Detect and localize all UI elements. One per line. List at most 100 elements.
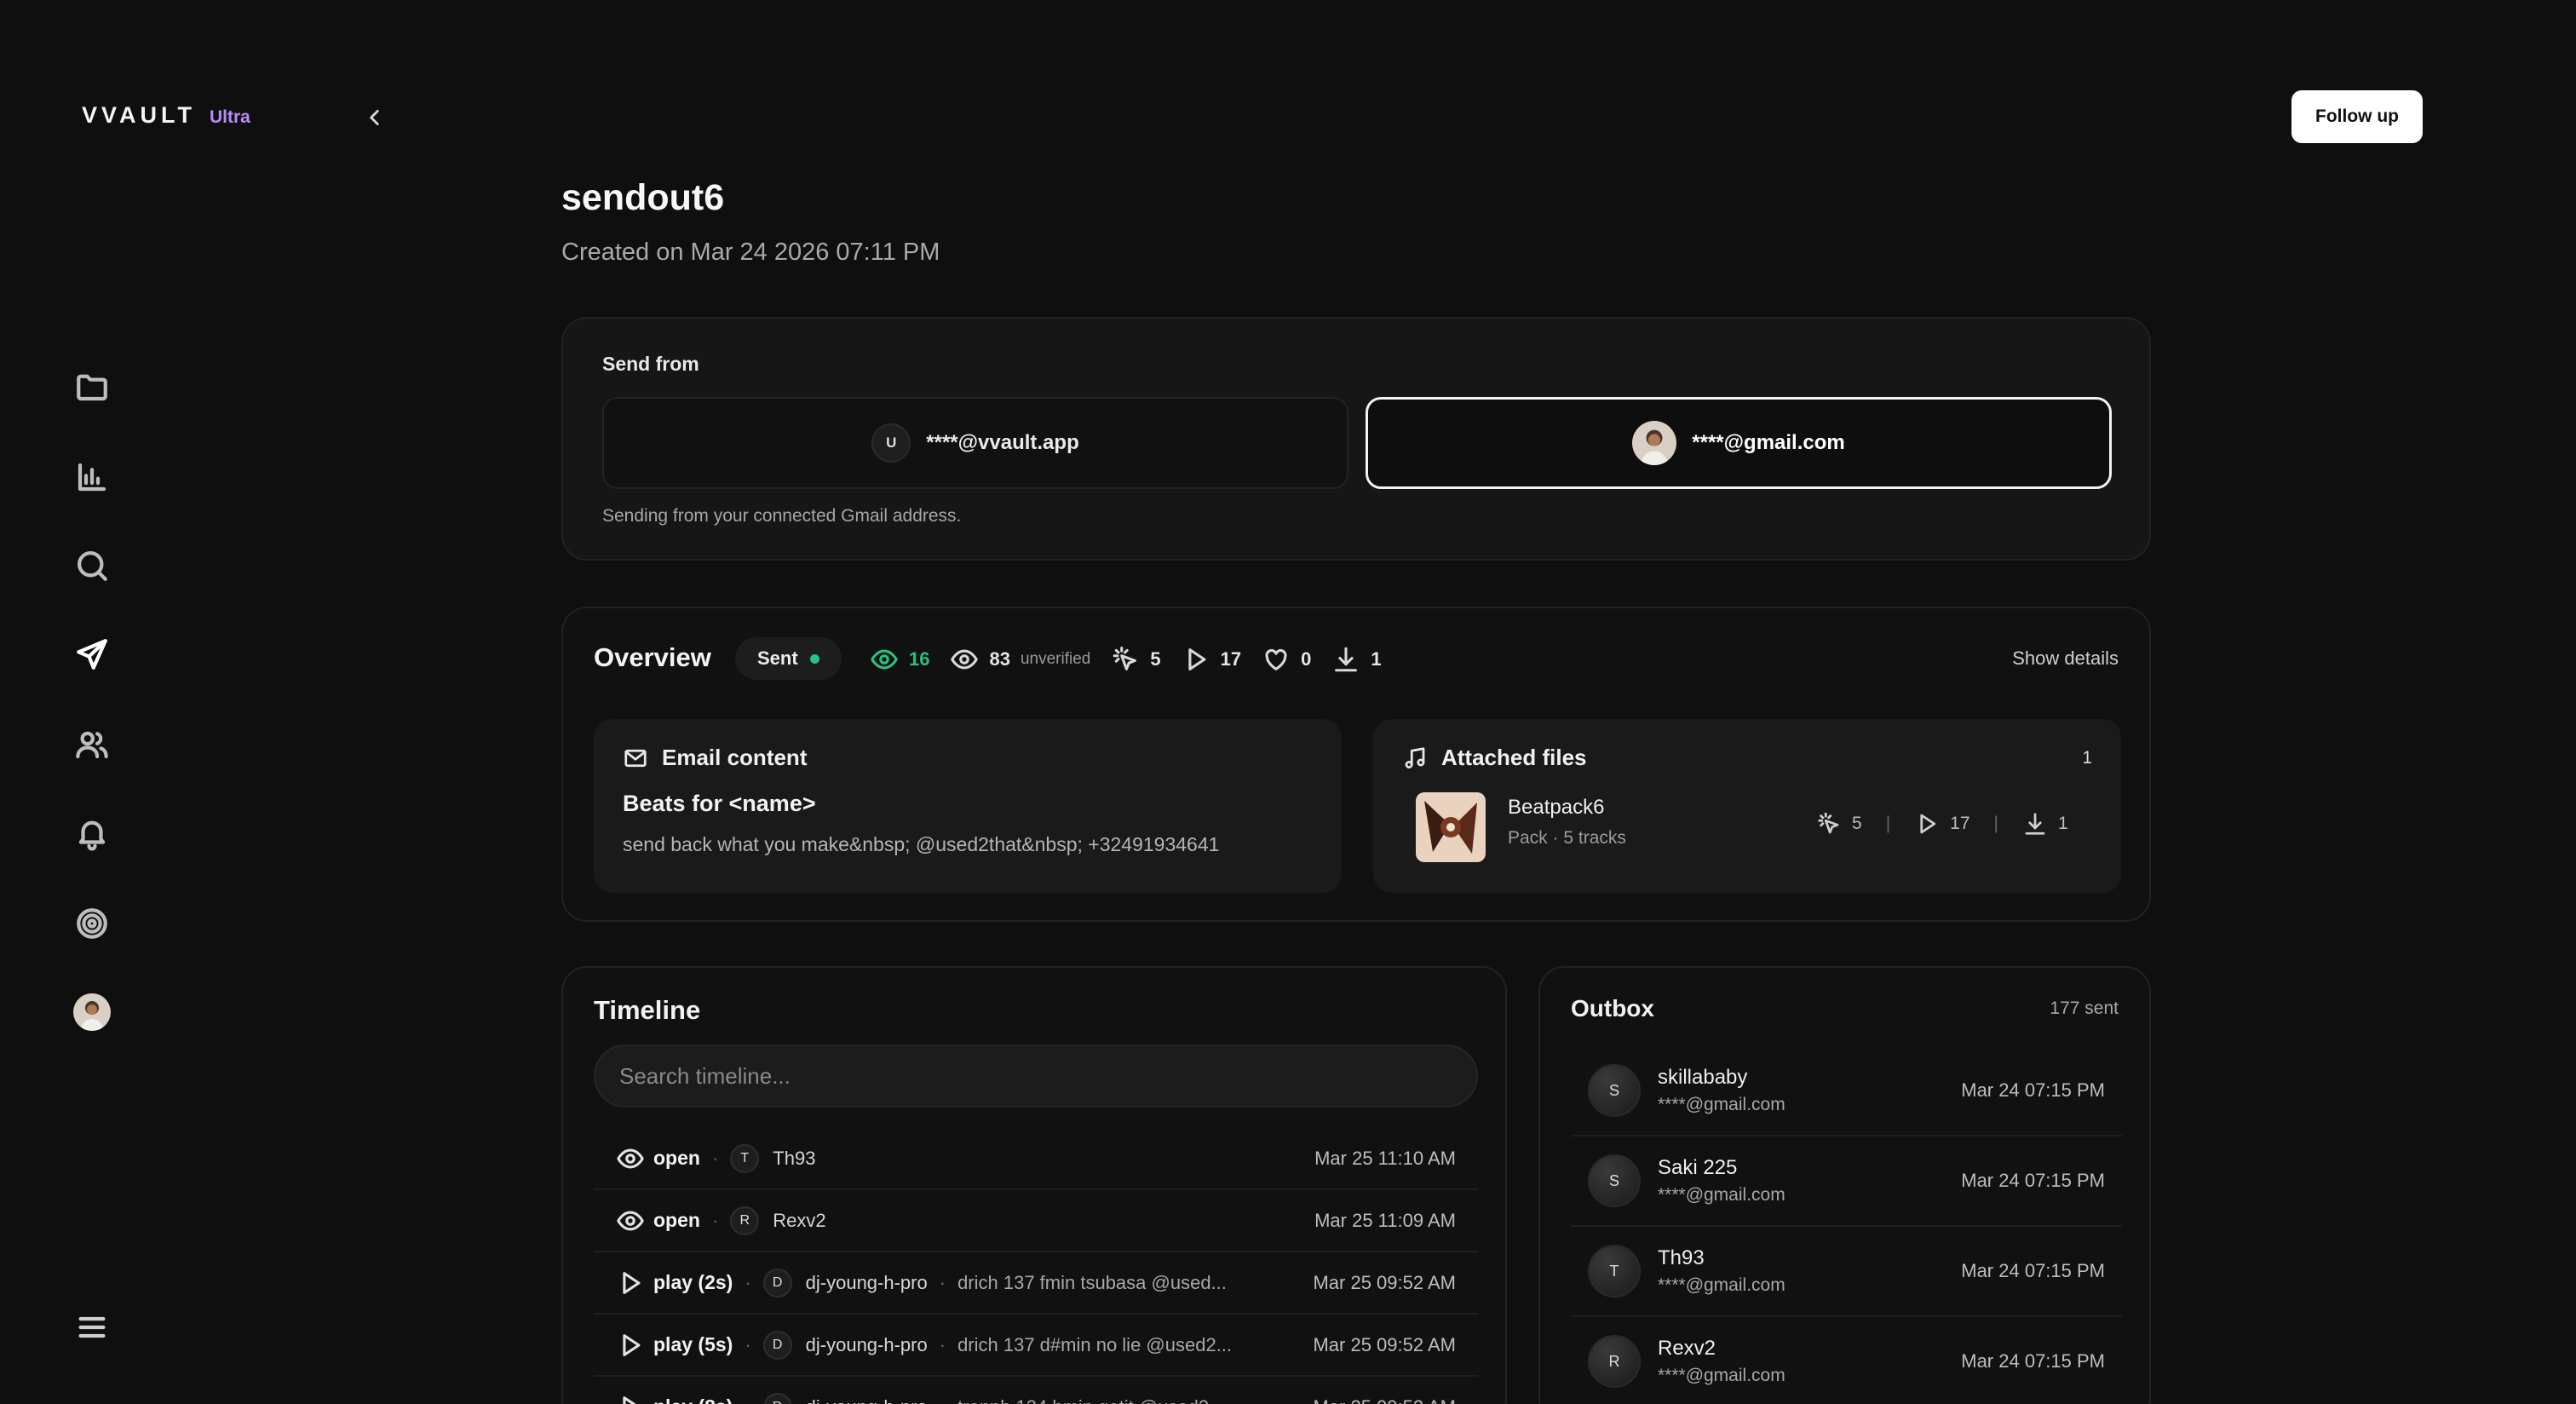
separator-dot: · xyxy=(711,1147,719,1169)
stat-plays: 17 xyxy=(1182,645,1241,674)
avatar-image xyxy=(1632,421,1677,465)
nav-sendouts[interactable] xyxy=(72,634,112,675)
eye-icon xyxy=(951,649,979,670)
nav-targets[interactable] xyxy=(72,903,112,944)
sent-time: Mar 24 07:15 PM xyxy=(1961,1350,2105,1372)
separator-dot: · xyxy=(745,1333,751,1355)
user-avatar[interactable] xyxy=(73,993,111,1031)
play-icon xyxy=(623,1271,641,1294)
outbox-row[interactable]: Sskillababy ****@gmail.com Mar 24 07:15 PM xyxy=(1571,1046,2122,1136)
email-body-preview: send back what you make&nbsp; @used2that… xyxy=(623,833,1220,855)
outbox-row[interactable]: T Th93 ****@gmail.com Mar 24 07:15 PM xyxy=(1571,1227,2122,1317)
mail-icon xyxy=(624,749,647,767)
timeline-time: Mar 25 11:10 AM xyxy=(1314,1147,1456,1169)
plays-count: 17 xyxy=(1220,648,1242,670)
file-stats: 5 | 17 | 1 xyxy=(1816,811,2068,837)
send-from-label: Send from xyxy=(602,353,699,375)
eye-icon xyxy=(871,649,898,670)
folder-icon xyxy=(77,374,107,401)
file-artwork[interactable] xyxy=(1416,792,1486,862)
follow-up-button[interactable]: Follow up xyxy=(2291,90,2423,143)
email-content-header: Email content xyxy=(623,745,807,771)
nav-notifications[interactable] xyxy=(72,813,112,854)
sender-email: ****@vvault.app xyxy=(926,431,1079,454)
downloads-count: 1 xyxy=(1371,648,1382,670)
timeline-user: dj-young-h-pro xyxy=(805,1333,928,1355)
file-name[interactable]: Beatpack6 xyxy=(1508,796,1604,820)
user-avatar: D xyxy=(762,1268,792,1298)
timeline-user: Th93 xyxy=(773,1147,816,1169)
sender-option-vvault[interactable]: U ****@vvault.app xyxy=(602,397,1348,489)
user-avatar: D xyxy=(762,1330,792,1360)
recipient-name: Saki 225 xyxy=(1658,1156,1738,1179)
opens-count: 83 xyxy=(989,648,1010,670)
timeline-search-input[interactable] xyxy=(594,1044,1478,1108)
timeline-track: drich 137 fmin tsubasa @used... xyxy=(957,1271,1227,1293)
outbox-row[interactable]: R Rexv2 ****@gmail.com Mar 24 07:15 PM xyxy=(1571,1317,2122,1404)
download-icon xyxy=(2025,813,2045,835)
sender-avatar xyxy=(1632,421,1677,465)
outbox-list: Sskillababy ****@gmail.com Mar 24 07:15 PM… xyxy=(1571,1046,2122,1404)
brand-name: VVAULT xyxy=(82,102,196,128)
overview-title: Overview xyxy=(594,642,711,672)
stat-verified-opens: 16 xyxy=(870,645,929,674)
likes-count: 0 xyxy=(1301,648,1312,670)
outbox-count: 177 sent xyxy=(2050,998,2119,1018)
send-from-note: Sending from your connected Gmail addres… xyxy=(602,506,962,526)
timeline-row[interactable]: open · R Rexv2 Mar 25 11:09 AM xyxy=(594,1190,1478,1252)
menu-button[interactable] xyxy=(73,1309,111,1346)
outbox-card: Outbox 177 sent Sskillababy ****@gmail.co… xyxy=(1538,966,2151,1404)
stat-likes: 0 xyxy=(1262,645,1311,674)
outbox-row[interactable]: S Saki 225 ****@gmail.com Mar 24 07:15 PM xyxy=(1571,1136,2122,1227)
email-content-card[interactable]: Email content Beats for <name> send back… xyxy=(594,719,1342,893)
stat-opens: 83 unverified xyxy=(950,645,1090,674)
click-icon xyxy=(1113,646,1137,670)
timeline-action: play (2s) xyxy=(653,1271,733,1293)
send-from-card: Send from U ****@vvault.app ****@gmail.c… xyxy=(561,317,2151,561)
timeline-row[interactable]: play (5s) · Ddj-young-h-pro · drich 137 d#mi… xyxy=(594,1315,1478,1377)
nav-contacts[interactable] xyxy=(72,724,112,765)
timeline-action: open xyxy=(653,1209,700,1231)
timeline-time: Mar 25 09:52 AM xyxy=(1313,1333,1456,1355)
music-note-icon xyxy=(1405,746,1425,768)
nav-folder[interactable] xyxy=(72,366,112,407)
timeline-row[interactable]: open · T Th93 Mar 25 11:10 AM xyxy=(594,1128,1478,1190)
collapse-sidebar-button[interactable] xyxy=(358,101,392,135)
attached-files-count: 1 xyxy=(2082,748,2092,768)
brand-logo[interactable]: VVAULT Ultra xyxy=(82,102,250,129)
recipient-info: Rexv2 ****@gmail.com xyxy=(1658,1337,1785,1386)
pack-artwork-image xyxy=(1416,792,1486,862)
timeline-user: dj-young-h-pro xyxy=(805,1271,928,1293)
separator-dot: · xyxy=(940,1396,946,1404)
sender-avatar: U xyxy=(871,423,911,463)
sent-time: Mar 24 07:15 PM xyxy=(1961,1079,2105,1101)
separator-dot: · xyxy=(939,1271,946,1293)
hamburger-menu-icon xyxy=(78,1316,106,1338)
timeline-track: trapph 134 bmin getit @used2... xyxy=(957,1396,1224,1404)
play-icon xyxy=(623,1395,637,1404)
overview-card: Overview Sent 16 83 unverified 5 17 0 1 xyxy=(561,607,2151,922)
page-title: sendout6 xyxy=(561,177,725,218)
eye-icon xyxy=(617,1211,644,1230)
nav-search[interactable] xyxy=(72,545,112,586)
recipient-email: ****@gmail.com xyxy=(1658,1185,1785,1205)
timeline-user: dj-young-h-pro xyxy=(806,1396,928,1404)
users-icon xyxy=(76,731,108,759)
timeline-row[interactable]: play (8s) · Ddj-young-h-pro · trapph 134 bmi… xyxy=(594,1377,1478,1404)
sender-option-gmail[interactable]: ****@gmail.com xyxy=(1366,397,2112,489)
recipient-email: ****@gmail.com xyxy=(1658,1366,1785,1385)
avatar-image xyxy=(73,993,111,1031)
target-icon xyxy=(77,908,107,939)
status-badge: Sent xyxy=(735,637,842,680)
show-details-link[interactable]: Show details xyxy=(2012,647,2119,670)
separator-dot: · xyxy=(939,1333,946,1355)
sent-time: Mar 24 07:15 PM xyxy=(1961,1260,2105,1281)
nav-analytics[interactable] xyxy=(72,457,112,498)
timeline-row[interactable]: play (2s) · Ddj-young-h-pro · drich 137 fmin… xyxy=(594,1252,1478,1315)
file-plays: 17 xyxy=(1950,814,1970,833)
page-subtitle: Created on Mar 24 2026 07:11 PM xyxy=(561,239,940,266)
separator-dot: · xyxy=(711,1209,719,1231)
timeline-time: Mar 25 11:09 AM xyxy=(1314,1209,1456,1231)
file-clicks: 5 xyxy=(1852,814,1862,833)
play-icon xyxy=(623,1333,641,1356)
